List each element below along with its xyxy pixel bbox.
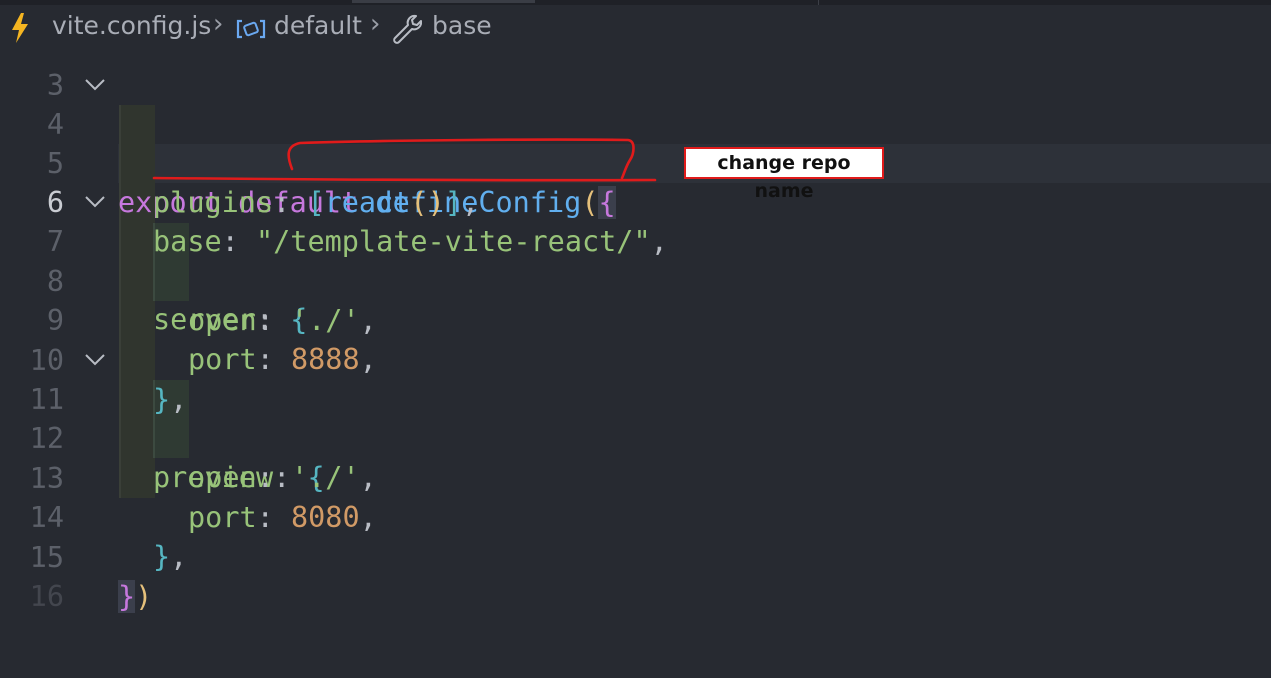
code-line: 13 port: 8080, — [0, 420, 1271, 534]
code-line: 9 port: 8888, — [0, 262, 1271, 376]
code-line: 11 preview: { — [0, 341, 1271, 494]
code-editor[interactable]: 3 4 export default defineConfig({ 5 plug… — [0, 51, 1271, 678]
line-number: 16 — [29, 580, 64, 613]
code-line: 15 }) — [0, 499, 1271, 613]
fold-chevron-icon[interactable] — [84, 78, 106, 92]
code-line: 12 open: './', — [0, 380, 1271, 494]
code-text: }) — [118, 580, 153, 613]
fold-chevron-icon[interactable] — [84, 353, 106, 367]
code-line: 10 }, — [0, 302, 1271, 416]
code-line: 7 server: { — [0, 183, 1271, 336]
code-line: 4 export default defineConfig({ — [0, 66, 1271, 219]
code-line: 14 }, — [0, 459, 1271, 573]
code-line: 8 open: './', — [0, 223, 1271, 337]
annotation-label: change repo name — [684, 147, 884, 202]
code-line: 3 — [0, 27, 1271, 102]
code-line: 16 — [0, 538, 1271, 613]
ink-underline-annotation — [152, 138, 657, 182]
fold-chevron-icon[interactable] — [84, 195, 106, 209]
active-tab-indicator — [352, 0, 535, 3]
